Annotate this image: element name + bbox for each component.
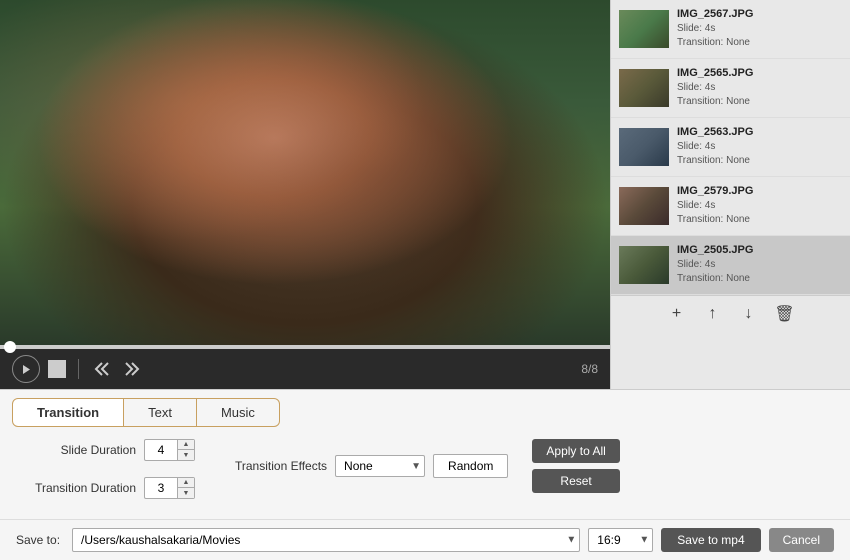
video-container: [0, 0, 610, 345]
slide-duration-text: Slide: 4sTransition: None: [677, 22, 842, 50]
forward-icon[interactable]: [121, 358, 143, 380]
controls-divider: [78, 359, 79, 379]
slide-duration-arrows: ▲ ▼: [177, 440, 194, 460]
transition-duration-label: Transition Duration: [16, 481, 136, 495]
transition-duration-input[interactable]: ▲ ▼: [144, 477, 195, 499]
slide-duration-up[interactable]: ▲: [178, 440, 194, 450]
tab-content-transition: Slide Duration ▲ ▼ Transition Duration: [0, 427, 850, 519]
transition-duration-down[interactable]: ▼: [178, 488, 194, 498]
slide-thumb: [619, 187, 669, 225]
ratio-select[interactable]: 16:9 4:3 1:1 9:16: [588, 528, 653, 552]
slide-info: IMG_2579.JPG Slide: 4sTransition: None: [677, 185, 842, 227]
tab-transition[interactable]: Transition: [12, 398, 124, 427]
slide-duration-field[interactable]: [145, 441, 177, 459]
slide-item[interactable]: IMG_2579.JPG Slide: 4sTransition: None: [611, 177, 850, 236]
random-button[interactable]: Random: [433, 454, 508, 478]
slide-name: IMG_2565.JPG: [677, 67, 842, 79]
slides-panel: IMG_2567.JPG Slide: 4sTransition: None I…: [610, 0, 850, 389]
progress-bar[interactable]: [0, 345, 610, 349]
effects-select[interactable]: None Fade Slide Zoom Flip: [335, 455, 425, 477]
main-area: 8/8 IMG_2567.JPG Slide: 4sTransition: No…: [0, 0, 850, 389]
transition-duration-arrows: ▲ ▼: [177, 478, 194, 498]
slide-duration-input[interactable]: ▲ ▼: [144, 439, 195, 461]
tab-music[interactable]: Music: [197, 398, 280, 427]
slide-name: IMG_2579.JPG: [677, 185, 842, 197]
slide-thumb: [619, 246, 669, 284]
slide-item[interactable]: IMG_2567.JPG Slide: 4sTransition: None: [611, 0, 850, 59]
controls-bar: 8/8: [0, 349, 610, 389]
slide-duration-label: Slide Duration: [16, 443, 136, 457]
slide-name: IMG_2567.JPG: [677, 8, 842, 20]
left-settings: Slide Duration ▲ ▼ Transition Duration: [16, 439, 195, 507]
slide-duration-row: Slide Duration ▲ ▼: [16, 439, 195, 461]
cancel-button[interactable]: Cancel: [769, 528, 834, 552]
slide-thumb-image: [619, 246, 669, 284]
time-display: 8/8: [581, 362, 598, 376]
ratio-select-wrapper: 16:9 4:3 1:1 9:16 ▼: [588, 528, 653, 552]
progress-thumb[interactable]: [4, 341, 16, 353]
slide-item[interactable]: IMG_2565.JPG Slide: 4sTransition: None: [611, 59, 850, 118]
reset-button[interactable]: Reset: [532, 469, 619, 493]
slide-item[interactable]: IMG_2563.JPG Slide: 4sTransition: None: [611, 118, 850, 177]
player-section: 8/8: [0, 0, 610, 389]
slide-thumb-image: [619, 10, 669, 48]
save-bar: Save to: ▼ 16:9 4:3 1:1 9:16 ▼ Save to m…: [0, 519, 850, 560]
transition-duration-row: Transition Duration ▲ ▼: [16, 477, 195, 499]
add-slide-button[interactable]: +: [665, 302, 689, 326]
effects-select-wrapper: None Fade Slide Zoom Flip ▼: [335, 455, 425, 477]
slide-duration-text: Slide: 4sTransition: None: [677, 199, 842, 227]
bottom-panel: Transition Text Music Slide Duration ▲ ▼: [0, 389, 850, 519]
slide-info: IMG_2567.JPG Slide: 4sTransition: None: [677, 8, 842, 50]
tabs-row: Transition Text Music: [0, 390, 850, 427]
video-placeholder: [0, 0, 610, 345]
move-down-button[interactable]: ↓: [737, 302, 761, 326]
slide-info: IMG_2505.JPG Slide: 4sTransition: None: [677, 244, 842, 286]
slide-thumb-image: [619, 187, 669, 225]
slide-item[interactable]: IMG_2505.JPG Slide: 4sTransition: None: [611, 236, 850, 295]
slide-duration-text: Slide: 4sTransition: None: [677, 140, 842, 168]
transition-duration-up[interactable]: ▲: [178, 478, 194, 488]
slide-thumb: [619, 69, 669, 107]
slide-duration-text: Slide: 4sTransition: None: [677, 81, 842, 109]
stop-button[interactable]: [48, 360, 66, 378]
transition-duration-field[interactable]: [145, 479, 177, 497]
video-frame: [0, 0, 610, 345]
path-input[interactable]: [72, 528, 580, 552]
tab-text[interactable]: Text: [124, 398, 197, 427]
slides-controls: + ↑ ↓ 🗑: [611, 295, 850, 332]
slide-thumb-image: [619, 128, 669, 166]
settings-group: Slide Duration ▲ ▼ Transition Duration: [16, 439, 834, 507]
slide-name: IMG_2563.JPG: [677, 126, 842, 138]
slide-duration-down[interactable]: ▼: [178, 450, 194, 460]
rewind-icon[interactable]: [91, 358, 113, 380]
delete-slide-button[interactable]: 🗑: [773, 302, 797, 326]
slide-name: IMG_2505.JPG: [677, 244, 842, 256]
progress-fill: [0, 345, 610, 349]
move-up-button[interactable]: ↑: [701, 302, 725, 326]
path-input-wrapper: ▼: [72, 528, 580, 552]
slide-thumb-image: [619, 69, 669, 107]
action-buttons: Apply to All Reset: [532, 439, 619, 493]
save-to-mp4-button[interactable]: Save to mp4: [661, 528, 760, 552]
slide-info: IMG_2565.JPG Slide: 4sTransition: None: [677, 67, 842, 109]
play-button[interactable]: [12, 355, 40, 383]
slide-thumb: [619, 128, 669, 166]
transition-effects-label: Transition Effects: [235, 459, 327, 473]
slides-list: IMG_2567.JPG Slide: 4sTransition: None I…: [611, 0, 850, 295]
save-to-label: Save to:: [16, 533, 60, 547]
slide-thumb: [619, 10, 669, 48]
right-settings: Transition Effects None Fade Slide Zoom …: [235, 439, 620, 493]
slide-info: IMG_2563.JPG Slide: 4sTransition: None: [677, 126, 842, 168]
slide-duration-text: Slide: 4sTransition: None: [677, 258, 842, 286]
apply-to-all-button[interactable]: Apply to All: [532, 439, 619, 463]
